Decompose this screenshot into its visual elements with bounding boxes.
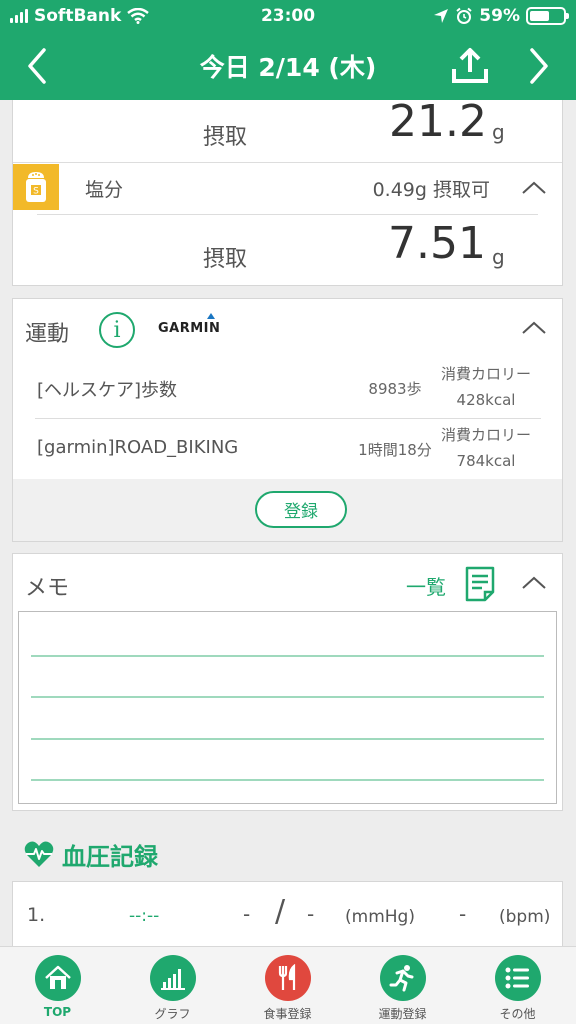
garmin-logo: GARMIN [158,313,221,336]
salt-status: 0.49g 摂取可 [372,179,490,201]
bp-separator: / [275,894,286,929]
memo-rule-line [31,738,544,740]
exercise-name: [garmin]ROAD_BIKING [37,437,239,458]
bp-pulse[interactable]: - [459,902,466,926]
salt-intake-value: 7.51 [388,218,486,269]
divider [35,418,541,419]
tab-label: TOP [43,1005,72,1019]
alarm-icon [456,7,472,24]
memo-title: メモ [25,576,70,601]
list-icon [495,955,541,1001]
memo-textarea[interactable] [18,611,557,804]
prev-intake-value: 21.2 [389,96,487,147]
blood-pressure-title: 血圧記録 [62,842,158,871]
bp-time[interactable]: --:-- [129,906,159,926]
info-glyph: i [113,317,121,343]
document-list-icon[interactable] [465,566,495,602]
exercise-row[interactable]: [ヘルスケア]歩数 8983歩 消費カロリー 428kcal [35,359,541,417]
garmin-triangle-icon [207,313,215,319]
garmin-logo-text: GARMIN [158,321,221,336]
bp-diastolic[interactable]: - [307,902,314,926]
next-day-chevron-icon[interactable] [524,46,554,86]
runner-icon [380,955,426,1001]
memo-list-link[interactable]: 一覧 [406,571,446,600]
blood-pressure-card[interactable]: 1. --:-- - / - (mmHg) - (bpm) [12,881,563,951]
bp-pulse-unit: (bpm) [499,907,551,927]
exercise-card: 運動 i GARMIN [ヘルスケア]歩数 8983歩 消費カロリー 428kc… [12,298,563,542]
calorie-label: 消費カロリー [440,365,531,383]
battery-percent: 59% [479,6,520,26]
battery-icon [526,7,569,25]
location-arrow-icon [434,9,449,23]
prev-intake-label: 摂取 [203,125,248,150]
info-icon[interactable]: i [99,312,135,348]
blood-pressure-header: 血圧記録 [24,838,158,871]
bottom-tab-bar: TOP グラフ 食事登録 運動登録 その他 [0,946,576,1024]
bp-systolic[interactable]: - [243,902,250,926]
bp-pressure-unit: (mmHg) [345,907,415,927]
prev-intake-unit: g [492,120,505,144]
tab-exercise-register[interactable]: 運動登録 [345,947,460,1024]
calorie-label: 消費カロリー [440,426,531,444]
tab-other[interactable]: その他 [460,947,575,1024]
home-icon [35,955,81,1001]
tab-meal-register[interactable]: 食事登録 [230,947,345,1024]
salt-shaker-icon: S [13,164,59,210]
status-bar: SoftBank 23:00 59% [0,0,576,34]
calorie-value: 784kcal [456,452,516,470]
tab-graph[interactable]: グラフ [115,947,230,1024]
exercise-row[interactable]: [garmin]ROAD_BIKING 1時間18分 消費カロリー 784kca… [35,420,541,478]
tab-label: 運動登録 [378,1007,427,1021]
bar-chart-icon [150,955,196,1001]
tab-label: 食事登録 [263,1007,312,1021]
memo-card: メモ 一覧 [12,553,563,811]
status-right: 59% [433,6,569,26]
collapse-chevron-icon[interactable] [521,180,547,196]
tab-top[interactable]: TOP [0,947,115,1024]
divider [37,214,538,215]
upload-icon[interactable] [450,46,490,86]
memo-rule-line [31,655,544,657]
exercise-name: [ヘルスケア]歩数 [37,380,178,401]
salt-icon-letter: S [33,187,39,197]
salt-intake-unit: g [492,245,505,269]
divider [13,162,562,163]
nutrition-card: 摂取 21.2 g S 塩分 0.49g 摂取可 摂取 7.51 g [12,96,563,286]
date-navigation: 今日 2/14 (木) [0,34,576,100]
top-bar: SoftBank 23:00 59% 今日 2/14 (木) [0,0,576,100]
exercise-title: 運動 [25,322,70,347]
collapse-chevron-icon[interactable] [521,320,547,336]
calorie-value: 428kcal [456,391,516,409]
register-exercise-button[interactable]: 登録 [255,491,347,528]
heart-pulse-icon [24,841,54,867]
salt-label: 塩分 [85,179,124,201]
exercise-footer: 登録 [13,479,562,541]
tab-label: その他 [499,1007,536,1021]
fork-knife-icon [265,955,311,1001]
battery-fill [530,11,549,21]
tab-label: グラフ [154,1007,191,1021]
collapse-chevron-icon[interactable] [521,575,547,591]
salt-intake-label: 摂取 [203,247,248,272]
bp-record-number: 1. [27,904,46,926]
memo-rule-line [31,696,544,698]
memo-rule-line [31,779,544,781]
